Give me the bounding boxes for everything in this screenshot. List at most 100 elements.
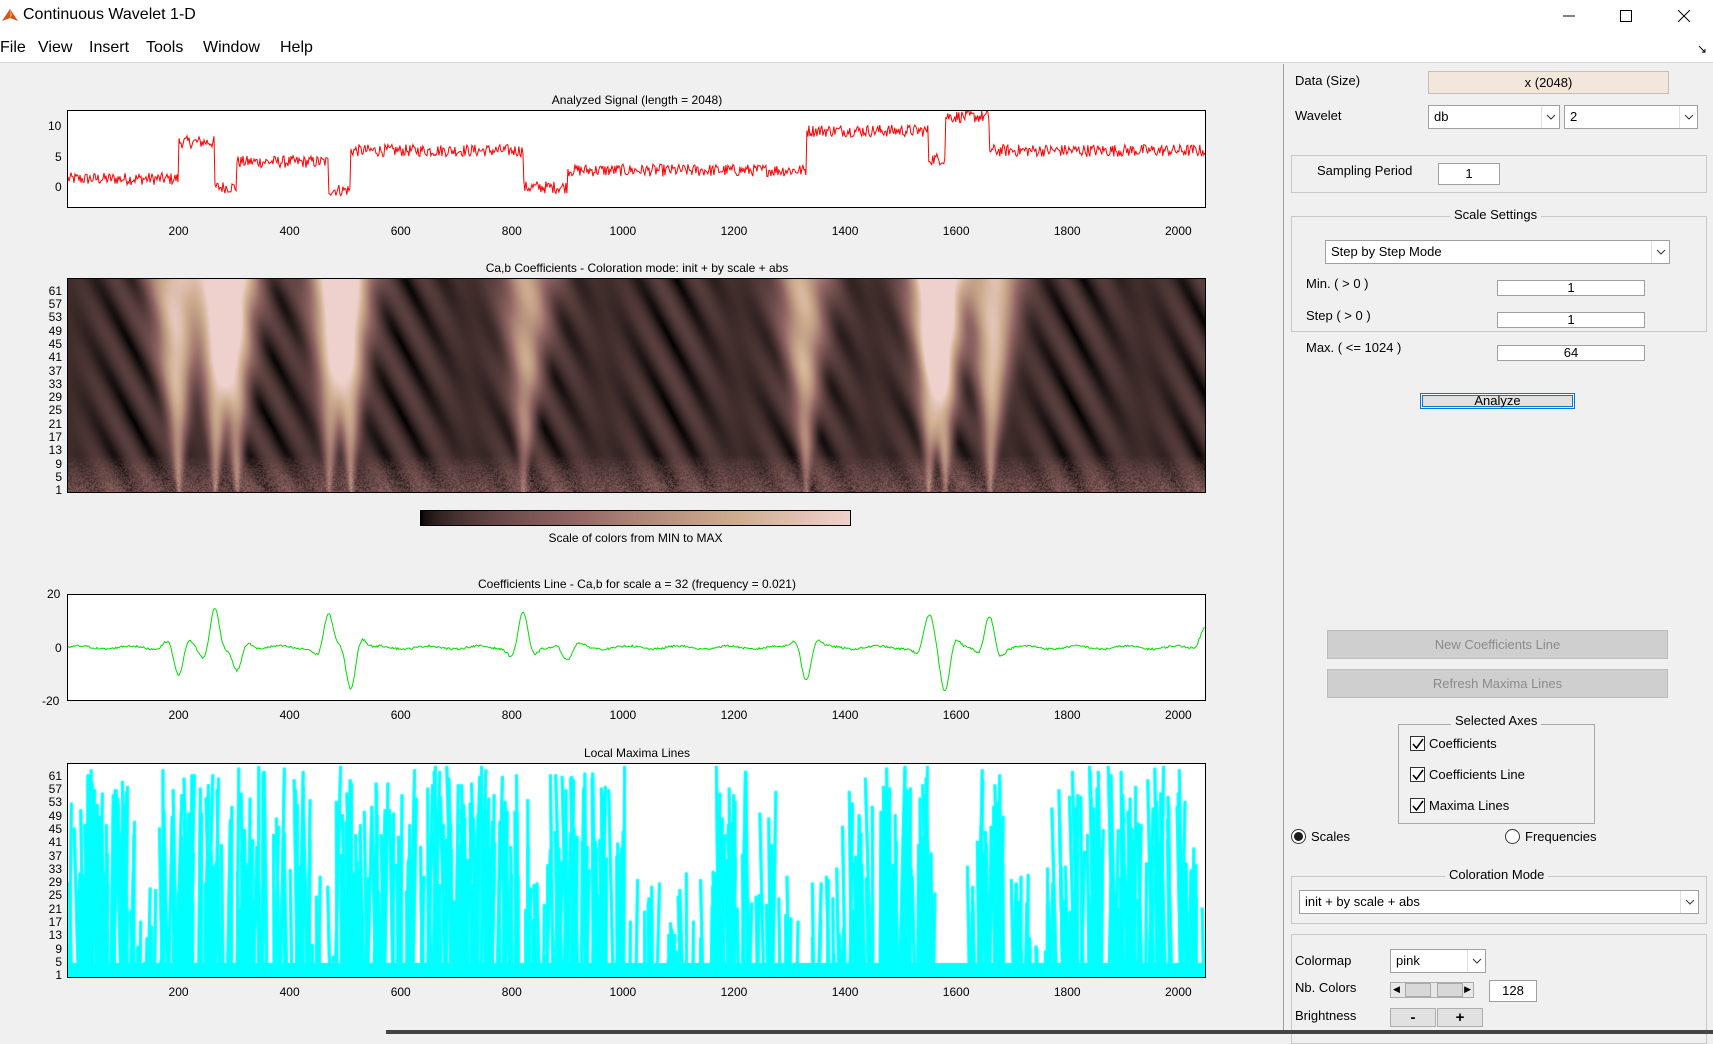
close-button[interactable] <box>1655 0 1713 32</box>
scale-mode-select[interactable]: Step by Step Mode <box>1325 240 1670 264</box>
signal-y-tick: 10 <box>48 119 62 133</box>
signal-plot <box>68 111 1205 197</box>
y-tick-label: 13 <box>48 928 62 943</box>
x-tick-label: 600 <box>390 985 411 999</box>
menu-file[interactable]: File <box>0 39 26 57</box>
y-tick-label: 29 <box>48 390 62 405</box>
window-title: Continuous Wavelet 1-D <box>23 6 196 23</box>
coef-line-axes[interactable] <box>67 594 1206 701</box>
y-tick-label: 53 <box>48 310 62 325</box>
radio-selected-dot <box>1294 832 1303 841</box>
minimize-button[interactable] <box>1540 0 1598 32</box>
control-panel: Data (Size) x (2048) Wavelet db 2 Sampli… <box>1284 64 1713 1044</box>
radio-circle <box>1505 829 1520 844</box>
x-tick-label: 1000 <box>609 708 637 722</box>
colormap-select[interactable]: pink <box>1390 949 1486 973</box>
y-tick-label: 9 <box>55 456 62 471</box>
x-tick-label: 1600 <box>942 224 970 238</box>
analyze-button[interactable]: Analyze <box>1420 393 1575 409</box>
checkbox-label: Coefficients <box>1429 736 1497 751</box>
y-tick-label: 1 <box>55 968 62 983</box>
selected-axes-title: Selected Axes <box>1451 713 1542 728</box>
x-tick-label: 2000 <box>1164 224 1192 238</box>
chevron-down-icon <box>1651 241 1669 263</box>
checkbox-box <box>1410 798 1425 813</box>
x-tick-label: 1600 <box>942 708 970 722</box>
check-icon <box>1412 738 1424 750</box>
brightness-increase-button[interactable]: + <box>1437 1008 1483 1027</box>
y-tick-label: 21 <box>48 416 62 431</box>
chevron-down-icon <box>1679 106 1697 128</box>
x-tick-label: 1400 <box>831 985 859 999</box>
y-tick-label: 53 <box>48 795 62 810</box>
brightness-decrease-button[interactable]: - <box>1390 1008 1436 1027</box>
close-icon <box>1678 10 1690 22</box>
radio-scales[interactable]: Scales <box>1291 829 1350 844</box>
y-tick-label: 61 <box>48 768 62 783</box>
scale-mode-value: Step by Step Mode <box>1331 244 1442 259</box>
maxima-axes[interactable] <box>67 763 1206 978</box>
menu-help[interactable]: Help <box>280 39 313 57</box>
wavelet-family-select[interactable]: db <box>1428 105 1560 129</box>
checkbox-maxima-lines[interactable]: Maxima Lines <box>1410 798 1509 813</box>
coloration-mode-title: Coloration Mode <box>1445 867 1549 882</box>
menu-view[interactable]: View <box>38 39 72 57</box>
coef-line-y-tick: 0 <box>55 641 62 655</box>
new-coefficients-line-button[interactable]: New Coefficients Line <box>1327 630 1668 659</box>
x-tick-label: 1800 <box>1053 708 1081 722</box>
x-tick-label: 2000 <box>1164 985 1192 999</box>
y-tick-label: 49 <box>48 808 62 823</box>
maxima-plot-title: Local Maxima Lines <box>583 746 691 760</box>
scale-min-input[interactable]: 1 <box>1497 280 1645 296</box>
maximize-button[interactable] <box>1597 0 1655 32</box>
checkbox-box <box>1410 736 1425 751</box>
chevron-down-icon <box>1467 950 1485 972</box>
y-tick-label: 33 <box>48 376 62 391</box>
radio-label: Scales <box>1311 829 1351 844</box>
signal-y-tick: 0 <box>55 180 62 194</box>
y-tick-label: 45 <box>48 821 62 836</box>
chevron-right-icon: ▶ <box>1464 984 1471 994</box>
coef-line-y-tick: 20 <box>47 587 61 601</box>
coloration-mode-select[interactable]: init + by scale + abs <box>1299 890 1699 914</box>
checkbox-box <box>1410 767 1425 782</box>
nb-colors-label: Nb. Colors <box>1295 980 1357 995</box>
scale-step-input[interactable]: 1 <box>1497 312 1645 328</box>
x-tick-label: 2000 <box>1164 708 1192 722</box>
menu-window[interactable]: Window <box>203 39 260 57</box>
scale-max-input[interactable]: 64 <box>1497 345 1645 361</box>
wavelet-order-select[interactable]: 2 <box>1564 105 1698 129</box>
y-tick-label: 9 <box>55 941 62 956</box>
menu-tools[interactable]: Tools <box>146 39 183 57</box>
signal-plot-title: Analyzed Signal (length = 2048) <box>551 93 723 107</box>
colormap-value: pink <box>1396 953 1420 968</box>
coloration-mode-value: init + by scale + abs <box>1305 894 1420 909</box>
data-size-value: x (2048) <box>1428 71 1669 94</box>
y-tick-label: 49 <box>48 323 62 338</box>
coef-line-plot <box>68 608 1205 692</box>
checkbox-coefficients[interactable]: Coefficients <box>1410 736 1497 751</box>
radio-frequencies[interactable]: Frequencies <box>1505 829 1597 844</box>
maxima-plot <box>68 764 1205 977</box>
y-tick-label: 17 <box>48 915 62 930</box>
slider-thumb[interactable] <box>1437 983 1463 997</box>
check-icon <box>1412 800 1424 812</box>
scale-min-label: Min. ( > 0 ) <box>1306 276 1369 291</box>
checkbox-coefficients-line[interactable]: Coefficients Line <box>1410 767 1525 782</box>
y-tick-label: 57 <box>48 296 62 311</box>
nb-colors-slider[interactable]: ◀ ▶ <box>1390 982 1474 998</box>
x-tick-label: 1200 <box>720 224 748 238</box>
dock-arrow-icon[interactable]: ↘ <box>1697 42 1707 56</box>
maximize-icon <box>1620 10 1632 22</box>
coefs-axes[interactable] <box>67 278 1206 493</box>
slider-thumb[interactable] <box>1405 983 1431 997</box>
signal-axes[interactable] <box>67 110 1206 208</box>
y-tick-label: 41 <box>48 350 62 365</box>
refresh-maxima-lines-button[interactable]: Refresh Maxima Lines <box>1327 669 1668 698</box>
sampling-period-input[interactable]: 1 <box>1438 163 1500 185</box>
menu-bar: File View Insert Tools Window Help ↘ <box>0 32 1713 63</box>
x-tick-label: 400 <box>279 708 300 722</box>
menu-insert[interactable]: Insert <box>89 39 129 57</box>
nb-colors-input[interactable]: 128 <box>1489 980 1537 1002</box>
signal-y-tick: 5 <box>55 150 62 164</box>
